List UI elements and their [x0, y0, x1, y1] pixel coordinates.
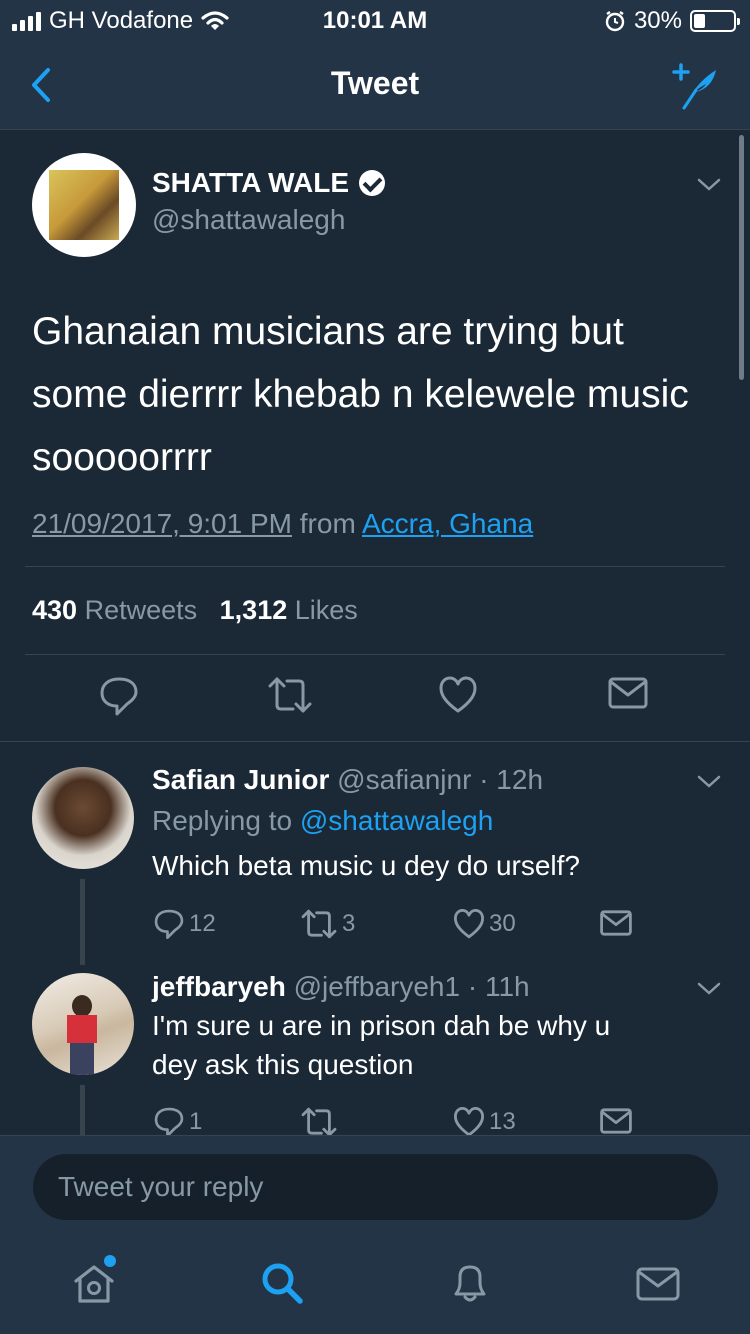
reply-text-line: dey ask this question: [152, 1049, 414, 1080]
author-avatar[interactable]: [32, 153, 136, 257]
battery-icon: [690, 10, 740, 32]
reply-action-bar: 1 13: [0, 1106, 750, 1135]
like-button[interactable]: 30: [453, 908, 516, 940]
like-icon: [454, 1107, 484, 1135]
like-button[interactable]: 13: [453, 1106, 516, 1135]
reply-button[interactable]: 12: [153, 908, 216, 940]
retweet-button[interactable]: [300, 1106, 342, 1135]
reply-icon[interactable]: [99, 675, 139, 717]
reply-header: jeffbaryeh @jeffbaryeh1 · 11h: [152, 971, 530, 1003]
reply-icon: [154, 909, 184, 940]
from-label: from: [299, 508, 356, 539]
chevron-down-icon[interactable]: [697, 178, 721, 192]
tweet-text: Ghanaian musicians are trying but some d…: [32, 310, 689, 479]
retweet-button[interactable]: 3: [300, 908, 355, 940]
messages-icon[interactable]: [634, 1259, 682, 1307]
reply-icon: [154, 1107, 184, 1135]
reply-action-bar: 12 3 30: [0, 908, 750, 942]
reply-count: 12: [189, 910, 216, 937]
like-count: 30: [489, 910, 516, 937]
replying-to-label: Replying to: [152, 805, 293, 836]
reply-avatar[interactable]: [32, 973, 134, 1075]
like-icon[interactable]: [438, 675, 478, 715]
dm-button[interactable]: [600, 908, 632, 938]
reply-tweet[interactable]: jeffbaryeh @jeffbaryeh1 · 11h I'm sure u…: [0, 963, 750, 1135]
alarm-icon: [605, 11, 625, 32]
main-tweet: SHATTA WALE @shattawalegh Ghanaian music…: [0, 130, 750, 742]
reply-author-name[interactable]: Safian Junior: [152, 764, 329, 795]
retweets-label[interactable]: Retweets: [85, 595, 198, 625]
tweet-action-bar: [0, 675, 750, 719]
reply-time: · 12h: [479, 764, 544, 795]
scrollbar[interactable]: [739, 135, 744, 380]
retweet-icon: [301, 909, 337, 939]
reply-composer-bar: [0, 1135, 750, 1235]
reply-text-line: I'm sure u are in prison dah be why u: [152, 1010, 611, 1041]
direct-message-icon: [600, 1108, 632, 1134]
chevron-down-icon[interactable]: [697, 982, 721, 996]
direct-message-icon[interactable]: [608, 675, 648, 711]
retweet-icon: [301, 1107, 337, 1135]
reply-time: · 11h: [467, 971, 530, 1002]
author-name-row[interactable]: SHATTA WALE: [152, 167, 386, 199]
reply-count: 1: [189, 1108, 203, 1135]
reply-header: Safian Junior @safianjnr · 12h: [152, 764, 543, 796]
notifications-icon[interactable]: [446, 1259, 494, 1307]
tweet-location-link[interactable]: Accra, Ghana: [362, 508, 533, 539]
reply-tweet[interactable]: Safian Junior @safianjnr · 12h Replying …: [0, 743, 750, 965]
replying-to-handle[interactable]: @shattawalegh: [300, 805, 493, 836]
replying-to-line: Replying to @shattawalegh: [152, 805, 493, 837]
likes-label[interactable]: Likes: [295, 595, 358, 625]
reply-author-handle[interactable]: @jeffbaryeh1: [294, 971, 460, 1002]
like-count: 13: [489, 1108, 516, 1135]
divider: [25, 654, 725, 655]
reply-avatar[interactable]: [32, 767, 134, 869]
tweet-timestamp[interactable]: 21/09/2017, 9:01 PM: [32, 508, 292, 539]
tweet-meta: 21/09/2017, 9:01 PM from Accra, Ghana: [32, 508, 533, 540]
reply-input[interactable]: [33, 1154, 718, 1220]
divider: [25, 566, 725, 567]
reply-text: Which beta music u dey do urself?: [152, 850, 580, 881]
chevron-down-icon[interactable]: [697, 775, 721, 789]
compose-tweet-button[interactable]: [666, 58, 722, 110]
home-notification-dot: [104, 1255, 116, 1267]
reply-author-handle[interactable]: @safianjnr: [337, 764, 471, 795]
page-title: Tweet: [330, 65, 420, 101]
retweet-count: 3: [342, 910, 356, 937]
retweets-count[interactable]: 430: [32, 595, 77, 625]
likes-count[interactable]: 1,312: [220, 595, 288, 625]
author-handle[interactable]: @shattawalegh: [152, 204, 345, 236]
battery-percent: 30%: [633, 7, 682, 34]
engagement-counts: 430 Retweets 1,312 Likes: [32, 595, 358, 626]
retweet-icon[interactable]: [267, 675, 313, 715]
author-name: SHATTA WALE: [152, 167, 350, 198]
verified-badge-icon: [359, 170, 386, 196]
tab-bar: [0, 1235, 750, 1334]
search-icon[interactable]: [258, 1259, 306, 1307]
status-bar: GH Vodafone 10:01 AM 30%: [0, 0, 750, 40]
reply-author-name[interactable]: jeffbaryeh: [152, 971, 286, 1002]
navigation-bar: Tweet: [0, 40, 750, 130]
dm-button[interactable]: [600, 1106, 632, 1135]
direct-message-icon: [600, 910, 632, 936]
like-icon: [454, 909, 484, 939]
reply-button[interactable]: 1: [153, 1106, 202, 1135]
